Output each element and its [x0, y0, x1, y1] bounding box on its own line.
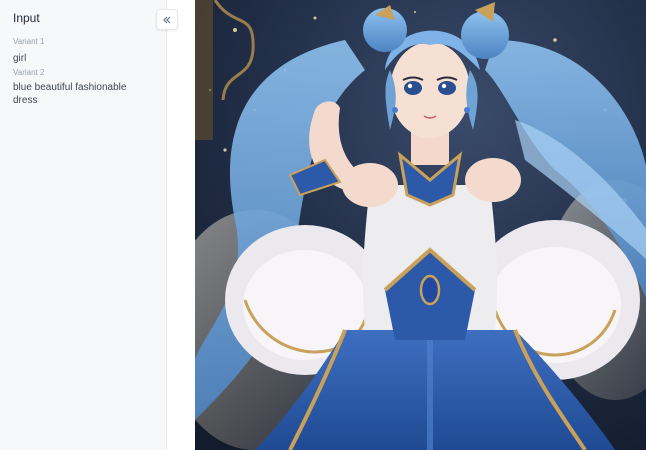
variant-1-label: Variant 1 — [13, 37, 45, 46]
collapse-panel-button[interactable] — [156, 9, 178, 30]
anime-girl-illustration — [195, 0, 646, 450]
panel-title: Input — [13, 11, 40, 25]
chevrons-left-icon — [163, 16, 171, 23]
generated-image — [195, 0, 646, 450]
input-panel: Input Variant 1 girl Variant 2 blue beau… — [0, 0, 167, 450]
app-window: Input Variant 1 girl Variant 2 blue beau… — [0, 0, 646, 450]
variant-2-value: blue beautiful fashionable dress — [13, 82, 127, 106]
variant-1-value: girl — [13, 53, 27, 64]
variant-2-label: Variant 2 — [13, 68, 45, 77]
